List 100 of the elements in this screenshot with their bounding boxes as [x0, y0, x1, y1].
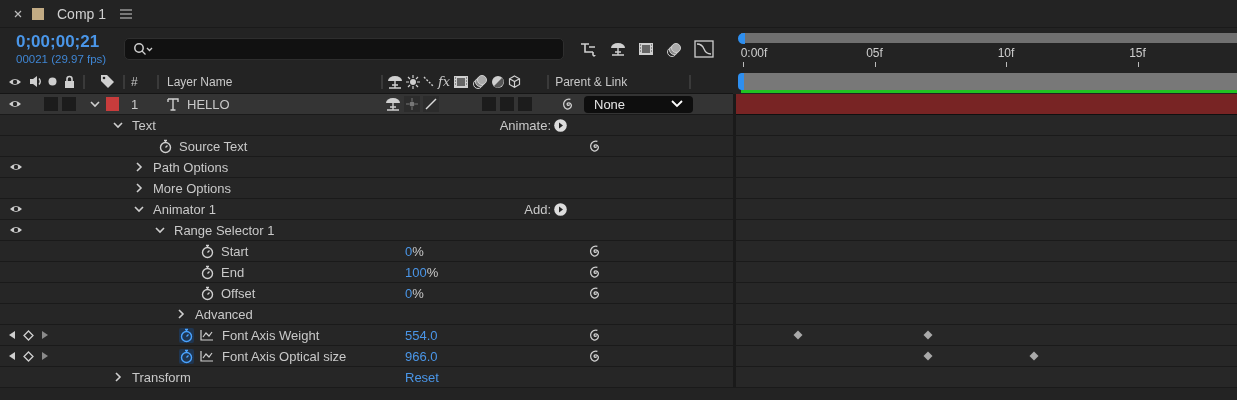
text-layer-icon: [167, 97, 179, 111]
eye-icon[interactable]: [9, 225, 23, 235]
parent-link-column-header[interactable]: Parent & Link: [555, 74, 690, 89]
twirl-icon[interactable]: [134, 204, 144, 214]
twirl-icon[interactable]: [134, 162, 144, 172]
graph-icon: [200, 329, 214, 341]
graph-editor-icon[interactable]: [694, 40, 714, 58]
property-name[interactable]: Transform: [132, 369, 191, 385]
tab-title[interactable]: Comp 1: [57, 5, 107, 22]
3d-switch[interactable]: [518, 97, 532, 111]
next-keyframe-icon[interactable]: [41, 330, 49, 340]
stopwatch-icon[interactable]: [200, 264, 215, 280]
stopwatch-icon[interactable]: [179, 348, 194, 364]
flowchart-icon[interactable]: [580, 41, 598, 57]
ruler-label: 05f: [866, 46, 883, 60]
layer-name-column-header[interactable]: Layer Name: [167, 74, 381, 89]
search-field[interactable]: [124, 38, 564, 60]
layer-name[interactable]: HELLO: [187, 96, 385, 112]
property-name[interactable]: End: [221, 264, 245, 280]
shy-layers-icon[interactable]: [610, 42, 626, 56]
number-column-header[interactable]: #: [131, 74, 157, 89]
ruler-label: 15f: [1129, 46, 1146, 60]
property-value[interactable]: 0%: [405, 285, 424, 301]
twirl-icon[interactable]: [90, 99, 100, 109]
add-menu-label[interactable]: Add:: [524, 201, 551, 217]
close-icon[interactable]: [14, 9, 22, 18]
property-name[interactable]: Start: [221, 243, 249, 259]
parent-dropdown[interactable]: None: [584, 95, 693, 113]
stopwatch-icon[interactable]: [158, 138, 173, 154]
play-circle-icon[interactable]: [554, 202, 567, 216]
add-keyframe-icon[interactable]: [23, 329, 34, 341]
play-circle-icon[interactable]: [554, 118, 567, 132]
eye-icon[interactable]: [9, 162, 23, 172]
solo-switch[interactable]: [62, 97, 76, 111]
property-name[interactable]: Advanced: [195, 306, 253, 322]
motion-blur-toggle-icon[interactable]: [666, 41, 682, 57]
twirl-icon[interactable]: [176, 309, 186, 319]
frame-blend-icon: [453, 74, 470, 89]
property-value[interactable]: 100%: [405, 264, 439, 280]
property-value[interactable]: 554.0: [405, 327, 438, 343]
property-name[interactable]: Font Axis Optical size: [222, 348, 347, 364]
timecode[interactable]: 0;00;00;21: [16, 32, 116, 52]
property-name[interactable]: More Options: [153, 180, 232, 196]
quality-icon: [423, 75, 435, 88]
caret-icon: [671, 100, 683, 108]
keyframe-icon[interactable]: [923, 330, 934, 340]
label-color-swatch[interactable]: [106, 97, 119, 111]
layer-number: 1: [131, 96, 140, 112]
twirl-icon[interactable]: [113, 372, 123, 382]
previous-keyframe-icon[interactable]: [8, 351, 16, 361]
property-name[interactable]: Path Options: [153, 159, 229, 175]
property-name[interactable]: Range Selector 1: [174, 222, 275, 238]
shy-switch-icon[interactable]: [385, 97, 401, 111]
lock-icon: [64, 75, 75, 88]
property-name[interactable]: Text: [132, 117, 156, 133]
label-icon: [100, 74, 115, 89]
reset-link[interactable]: Reset: [405, 369, 439, 385]
3d-layer-icon: [508, 75, 522, 88]
stopwatch-icon[interactable]: [179, 327, 194, 343]
property-name[interactable]: Offset: [221, 285, 256, 301]
playhead-handle[interactable]: [738, 73, 744, 90]
graph-icon: [200, 350, 214, 362]
next-keyframe-icon[interactable]: [41, 351, 49, 361]
ruler-label: 10f: [997, 46, 1015, 60]
animate-menu-label[interactable]: Animate:: [499, 117, 551, 133]
speaker-icon: [29, 75, 42, 88]
motion-blur-switch[interactable]: [482, 97, 496, 111]
property-name[interactable]: Font Axis Weight: [222, 327, 320, 343]
eye-icon[interactable]: [8, 76, 22, 87]
stopwatch-icon[interactable]: [200, 243, 215, 259]
audio-switch[interactable]: [44, 97, 58, 111]
frame-blending-icon[interactable]: [638, 42, 654, 56]
property-name[interactable]: Animator 1: [153, 201, 216, 217]
shy-icon: [387, 74, 403, 89]
adjustment-layer-icon: [491, 74, 506, 89]
eye-icon[interactable]: [8, 99, 22, 109]
add-keyframe-icon[interactable]: [23, 350, 34, 362]
twirl-icon[interactable]: [134, 183, 144, 193]
solo-icon: [48, 77, 57, 86]
twirl-icon[interactable]: [113, 120, 123, 130]
keyframe-icon[interactable]: [923, 351, 934, 361]
twirl-icon[interactable]: [155, 225, 165, 235]
motion-blur-icon: [472, 74, 489, 89]
property-value[interactable]: 966.0: [405, 348, 438, 364]
previous-keyframe-icon[interactable]: [8, 330, 16, 340]
work-area-start-handle[interactable]: [738, 33, 745, 44]
menu-icon[interactable]: [120, 8, 133, 19]
quality-switch-icon[interactable]: [423, 96, 439, 112]
keyframe-icon[interactable]: [1028, 351, 1039, 361]
ruler-label: 0:00f: [740, 46, 768, 60]
effects-column-header: fx: [438, 74, 451, 89]
eye-icon[interactable]: [9, 204, 23, 214]
property-name[interactable]: Source Text: [179, 138, 248, 154]
frame-count: 00021 (29.97 fps): [16, 52, 108, 66]
search-icon[interactable]: [133, 42, 153, 56]
collapse-switch-icon[interactable]: [404, 96, 420, 112]
adjustment-switch[interactable]: [500, 97, 514, 111]
property-value[interactable]: 0%: [405, 243, 424, 259]
keyframe-icon[interactable]: [793, 330, 804, 340]
stopwatch-icon[interactable]: [200, 285, 215, 301]
